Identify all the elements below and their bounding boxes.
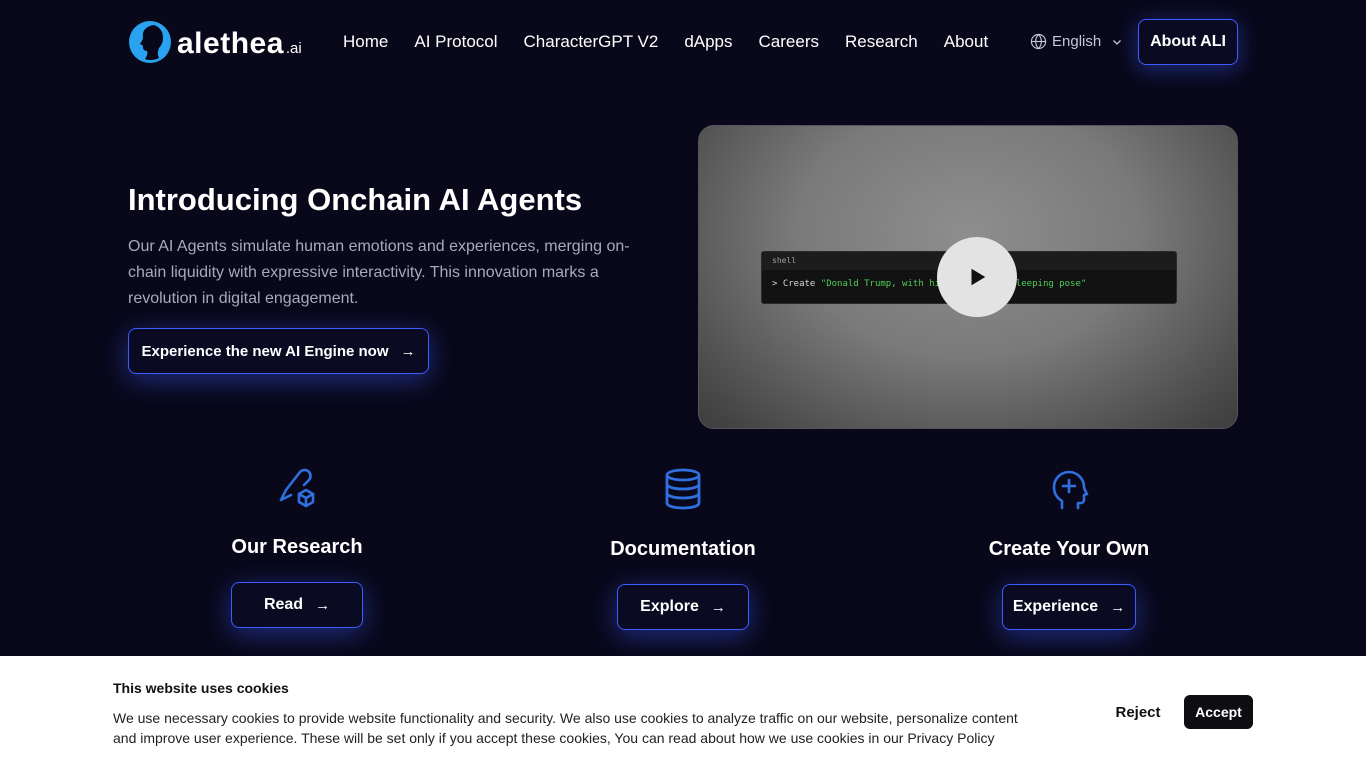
cookie-title: This website uses cookies [113, 680, 289, 696]
experience-button[interactable]: Experience → [1002, 584, 1136, 630]
arrow-right-icon: → [315, 596, 331, 614]
nav-about[interactable]: About [944, 31, 988, 53]
play-icon [971, 268, 986, 286]
feature-research: Our Research Read → [137, 466, 457, 628]
accept-cookies-button[interactable]: Accept [1184, 695, 1253, 729]
cta-label: Experience the new AI Engine now [141, 342, 389, 360]
shell-prompt: > Create [772, 279, 816, 289]
main-menu: Home AI Protocol CharacterGPT V2 dApps C… [343, 31, 1014, 53]
globe-icon [1030, 33, 1047, 50]
nav-dapps[interactable]: dApps [684, 31, 732, 53]
button-label: Explore [640, 598, 699, 615]
explore-button[interactable]: Explore → [617, 584, 749, 630]
arrow-right-icon: → [400, 342, 416, 360]
nav-research[interactable]: Research [845, 31, 918, 53]
intro-video-player[interactable]: shell > Create "Donald Trump, with his h… [698, 125, 1238, 429]
chevron-down-icon [1113, 39, 1122, 45]
read-button[interactable]: Read → [231, 582, 363, 628]
feature-create-your-own: Create Your Own Experience → [909, 466, 1229, 630]
cookie-banner: This website uses cookies We use necessa… [0, 656, 1366, 768]
feature-title: Documentation [610, 538, 756, 560]
feature-title: Our Research [231, 536, 363, 558]
brand-suffix: .ai [285, 40, 302, 57]
research-icon [279, 468, 315, 508]
play-button[interactable] [937, 237, 1017, 317]
top-navigation: alethea .ai Home AI Protocol CharacterGP… [0, 0, 1366, 86]
feature-documentation: Documentation Explore → [523, 466, 843, 630]
head-plus-icon [1052, 470, 1089, 510]
arrow-right-icon: → [1110, 598, 1126, 616]
brand-name: alethea [177, 27, 284, 60]
cookie-text: We use necessary cookies to provide webs… [113, 710, 1018, 746]
alethea-logo[interactable]: alethea .ai [128, 20, 302, 64]
feature-title: Create Your Own [988, 538, 1150, 560]
nav-home[interactable]: Home [343, 31, 388, 53]
language-selector[interactable]: English [1030, 33, 1128, 50]
button-label: Read [263, 596, 304, 613]
database-icon [665, 468, 701, 510]
arrow-right-icon: → [710, 598, 726, 616]
hero-description: Our AI Agents simulate human emotions an… [128, 238, 630, 307]
reject-cookies-button[interactable]: Reject [1096, 695, 1180, 729]
about-ali-button[interactable]: About ALI [1138, 19, 1238, 65]
experience-ai-engine-button[interactable]: Experience the new AI Engine now → [128, 328, 429, 374]
nav-careers[interactable]: Careers [759, 31, 819, 53]
nav-charactergpt[interactable]: CharacterGPT V2 [524, 31, 659, 53]
hero-title: Introducing Onchain AI Agents [128, 182, 583, 217]
nav-ai-protocol[interactable]: AI Protocol [414, 31, 497, 53]
button-label: Experience [1012, 598, 1099, 615]
alethea-logo-icon [129, 21, 171, 63]
language-label: English [1052, 33, 1102, 50]
